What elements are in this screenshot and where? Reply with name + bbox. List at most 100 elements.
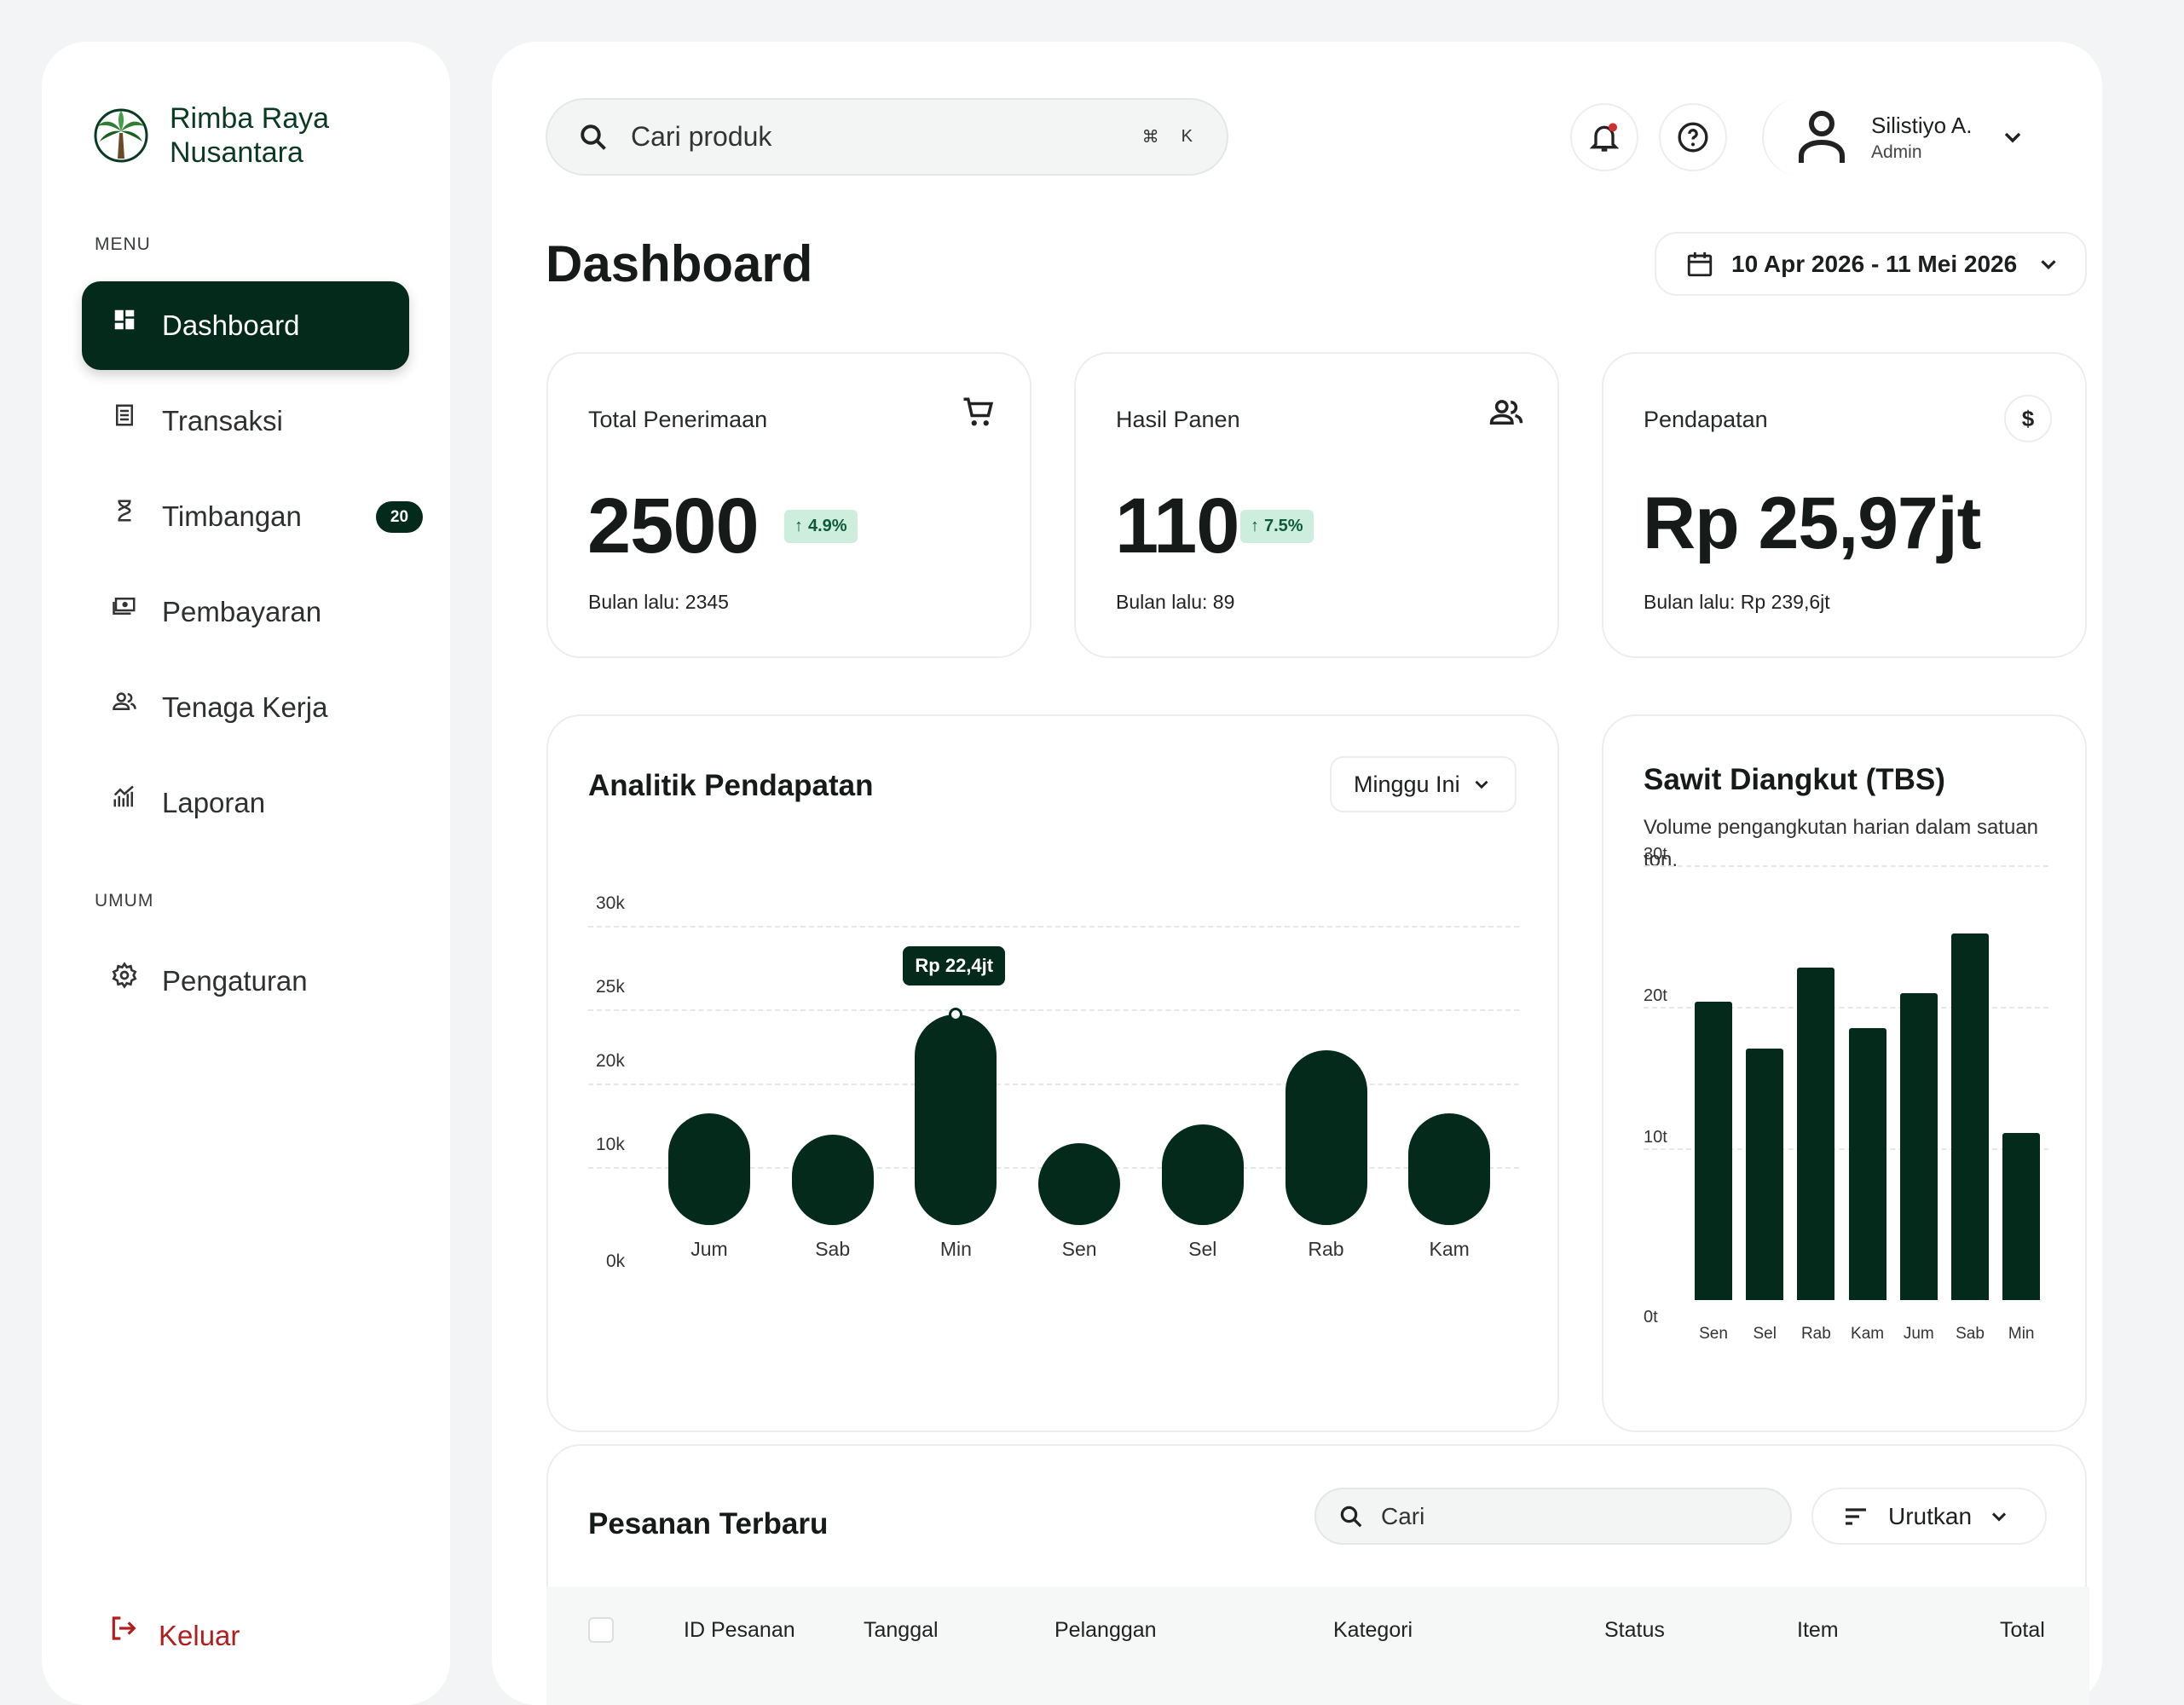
hourglass-icon	[109, 495, 140, 526]
brand-logo[interactable]: Rimba Raya Nusantara	[93, 101, 329, 170]
tbs-bar	[1951, 933, 1989, 1300]
sidebar-item-dashboard[interactable]: Dashboard	[82, 281, 409, 370]
bell-icon	[1589, 123, 1620, 152]
gear-icon	[109, 960, 140, 991]
y-axis-tick-label: 20k	[596, 1051, 625, 1071]
revenue-bar-chart: 30k 25k 20k 10k 0k Jum Sab Min Rp 22,4jt Sen Sel Ra…	[548, 716, 1561, 1434]
column-header-id[interactable]: ID Pesanan	[684, 1618, 795, 1643]
x-axis-label: Kam	[1429, 1238, 1470, 1260]
user-info: Silistiyo A. Admin	[1871, 113, 1973, 163]
notifications-button[interactable]	[1570, 103, 1638, 171]
gridline	[1644, 865, 2048, 867]
stat-value: 2500	[587, 483, 760, 569]
stat-value: Rp 25,97jt	[1643, 483, 1981, 564]
gridline	[588, 1084, 1519, 1085]
stat-change-badge: ↑ 4.9%	[784, 510, 858, 543]
revenue-bar	[915, 1014, 997, 1225]
stat-title: Pendapatan	[1644, 407, 1768, 432]
sidebar-item-laporan[interactable]: Laporan	[82, 759, 409, 847]
stat-title: Total Penerimaan	[588, 407, 768, 432]
sidebar-item-label: Laporan	[162, 787, 266, 818]
stat-card-hasil-panen: Hasil Panen 110 ↑ 7.5% Bulan lalu: 89	[1074, 352, 1559, 658]
sidebar-item-timbangan[interactable]: Timbangan 20	[82, 472, 423, 561]
product-search-bar[interactable]: Cari produk ⌘ K	[546, 98, 1228, 176]
dollar-icon: $	[2004, 395, 2052, 442]
value-tooltip: Rp 22,4jt	[903, 945, 1006, 985]
sidebar-item-pengaturan[interactable]: Pengaturan	[82, 937, 409, 1026]
y-axis-tick-label: 10k	[596, 1135, 625, 1154]
stat-previous: Bulan lalu: 2345	[588, 591, 729, 613]
avatar-icon	[1799, 111, 1845, 163]
general-section-label: UMUM	[95, 891, 154, 910]
column-header-item[interactable]: Item	[1797, 1618, 1839, 1643]
revenue-bar	[1285, 1049, 1367, 1225]
calendar-icon	[1687, 251, 1713, 276]
column-header-total[interactable]: Total	[2000, 1618, 2045, 1643]
palm-tree-icon	[94, 108, 148, 163]
y-axis-tick-label: 0k	[606, 1251, 626, 1271]
orders-search-bar[interactable]: Cari	[1314, 1488, 1792, 1545]
column-header-status[interactable]: Status	[1604, 1618, 1665, 1643]
sidebar: Rimba Raya Nusantara MENU Dashboard Tran…	[42, 42, 450, 1705]
brand-line-2: Nusantara	[170, 136, 303, 169]
revenue-analytics-card: Analitik Pendapatan Minggu Ini 30k 25k 20k…	[546, 714, 1559, 1432]
stat-previous: Bulan lalu: 89	[1116, 591, 1235, 613]
receipt-icon	[109, 400, 140, 431]
tbs-bar	[1695, 1001, 1732, 1300]
logout-button[interactable]: Keluar	[109, 1615, 240, 1652]
y-axis-tick-label: 30k	[596, 893, 625, 913]
tbs-bar	[1797, 967, 1835, 1300]
revenue-bar	[668, 1113, 750, 1225]
x-axis-label: Sab	[815, 1238, 851, 1260]
user-role: Admin	[1871, 142, 1922, 162]
cart-icon	[963, 397, 994, 426]
chevron-down-icon	[2041, 259, 2056, 269]
x-axis-label: Min	[2008, 1325, 2035, 1343]
logout-label: Keluar	[159, 1620, 240, 1651]
sidebar-item-tenaga-kerja[interactable]: Tenaga Kerja	[82, 663, 409, 752]
sidebar-item-label: Pembayaran	[162, 596, 322, 627]
sidebar-item-transaksi[interactable]: Transaksi	[82, 377, 409, 465]
stat-change-badge: ↑ 7.5%	[1240, 510, 1314, 543]
stat-card-pendapatan: Pendapatan $ Rp 25,97jt Bulan lalu: Rp 2…	[1602, 352, 2087, 658]
tbs-bar-chart: 30t 20t 10t 0t Sen Sel Rab Kam Jum Sab Min	[1603, 716, 2089, 1434]
y-axis-tick-label: 10t	[1644, 1128, 1667, 1147]
y-axis-tick-label: 0t	[1644, 1308, 1658, 1326]
column-header-tanggal[interactable]: Tanggal	[864, 1618, 939, 1643]
x-axis-label: Rab	[1308, 1238, 1344, 1260]
sort-icon	[1846, 1507, 1866, 1525]
select-all-checkbox[interactable]	[588, 1617, 614, 1643]
arrow-up-icon: ↑	[1251, 517, 1259, 535]
column-header-kategori[interactable]: Kategori	[1333, 1618, 1413, 1643]
stat-value: 110	[1115, 483, 1239, 569]
sidebar-item-pembayaran[interactable]: Pembayaran	[82, 568, 409, 656]
sort-label: Urutkan	[1888, 1502, 1973, 1529]
sidebar-item-label: Pengaturan	[162, 965, 308, 997]
orders-title: Pesanan Terbaru	[588, 1507, 829, 1540]
stat-change-value: 4.9%	[808, 517, 847, 535]
orders-table-header: ID Pesanan Tanggal Pelanggan Kategori St…	[546, 1587, 2089, 1705]
arrow-up-icon: ↑	[794, 517, 803, 535]
date-range-picker[interactable]: 10 Apr 2026 - 11 Mei 2026	[1655, 232, 2087, 296]
chevron-down-icon	[2004, 132, 2021, 143]
tbs-bar	[1848, 1028, 1886, 1300]
logout-icon	[109, 1615, 136, 1646]
gridline	[588, 1009, 1519, 1011]
payment-icon	[109, 591, 140, 621]
orders-search-input[interactable]: Cari	[1381, 1503, 1424, 1530]
search-input[interactable]: Cari produk	[631, 121, 1142, 153]
main-panel: Cari produk ⌘ K Silistiyo A. Admin Dashb…	[492, 42, 2102, 1705]
search-icon	[581, 124, 606, 150]
column-header-pelanggan[interactable]: Pelanggan	[1054, 1618, 1157, 1643]
user-menu[interactable]: Silistiyo A. Admin	[1762, 98, 2026, 176]
analytics-icon	[109, 782, 140, 812]
sidebar-item-label: Tenaga Kerja	[162, 691, 328, 723]
stat-card-total-penerimaan: Total Penerimaan 2500 ↑ 4.9% Bulan lalu: …	[546, 352, 1031, 658]
page-title: Dashboard	[546, 235, 813, 292]
y-axis-tick-label: 30t	[1644, 845, 1667, 864]
help-button[interactable]	[1659, 103, 1727, 171]
sort-button[interactable]: Urutkan	[1811, 1488, 2047, 1545]
stat-previous: Bulan lalu: Rp 239,6jt	[1644, 591, 1830, 613]
timbangan-count-badge: 20	[376, 501, 423, 533]
stat-change-value: 7.5%	[1264, 517, 1303, 535]
